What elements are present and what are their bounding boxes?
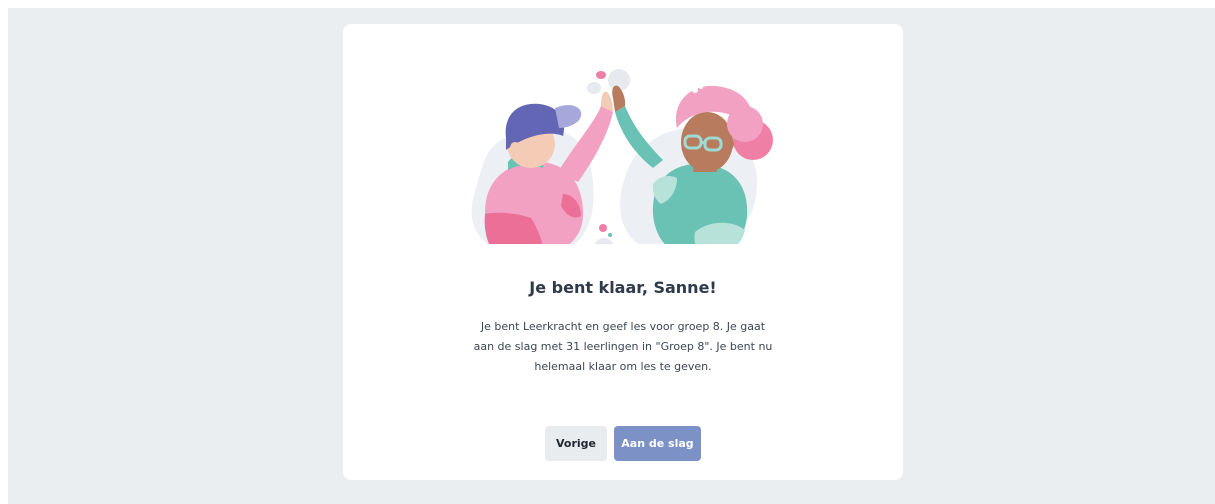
completion-dialog: Je bent klaar, Sanne! Je bent Leerkracht… [343, 24, 903, 480]
dialog-title: Je bent klaar, Sanne! [529, 278, 717, 297]
dialog-message: Je bent Leerkracht en geef les voor groe… [473, 320, 773, 373]
start-button[interactable]: Aan de slag [614, 426, 701, 461]
high-five-illustration [471, 69, 773, 244]
back-button[interactable]: Vorige [545, 426, 607, 461]
dialog-actions: Vorige Aan de slag [343, 426, 903, 461]
